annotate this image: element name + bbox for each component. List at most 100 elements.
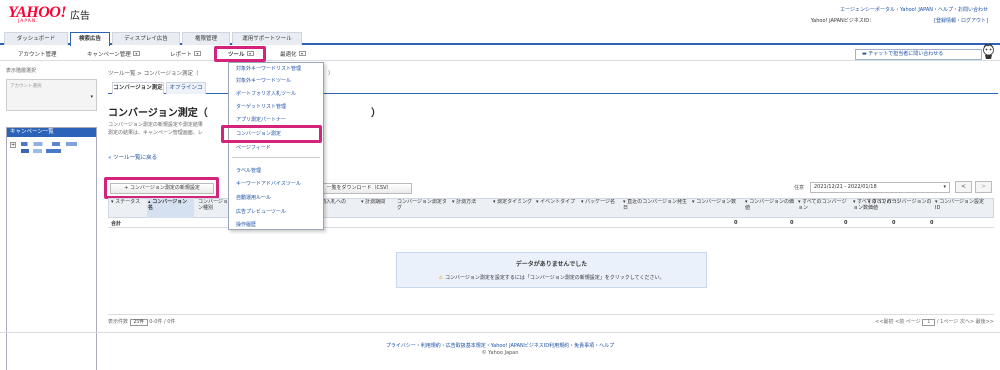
col-status[interactable]: ▾ ステータス	[111, 199, 147, 205]
tab-display-ads[interactable]: ディスプレイ広告	[112, 32, 180, 45]
col-package[interactable]: ▾ パッケージ名	[581, 199, 621, 205]
nav-report-label: レポート	[170, 52, 193, 58]
tab-offline-conversion[interactable]: オフラインコ	[166, 82, 206, 94]
footer-divider	[0, 332, 1000, 333]
footer-links[interactable]: プライバシー・利用規約・広告取扱基本規定・Yahoo! JAPANビジネスID利…	[0, 343, 1000, 350]
tab-support-tools[interactable]: 運用サポートツール	[232, 32, 302, 45]
col-all-conversion-value[interactable]: ▾ すべてのコンバージョンの価値	[868, 199, 932, 211]
total-value: 0	[930, 220, 934, 226]
total-label: 合計	[111, 221, 122, 227]
empty-state: データがありませんでした ⚠ コンバージョン測定を設定するには「コンバージョン測定…	[396, 252, 707, 288]
breadcrumb-end: ）	[328, 71, 334, 77]
menu-item-negative-keyword-tool[interactable]: 対象外キーワードツール	[236, 77, 291, 84]
header-links[interactable]: エージェンシーポータル・Yahoo! JAPAN・ヘルプ・お問い合わせ	[840, 6, 988, 13]
menu-divider	[232, 157, 320, 158]
menu-item-history[interactable]: 操作履歴	[236, 221, 256, 228]
yahoo-logo[interactable]: YAHOO!	[8, 4, 67, 22]
chevron-down-icon: ▾	[132, 51, 140, 56]
col-label: すべてのコンバージョン	[798, 199, 847, 211]
tools-menu: 対象外キーワードリスト管理 対象外キーワードツール ポートフォリオ入札ツール タ…	[228, 62, 324, 230]
back-to-tools-link[interactable]: « ツール一覧に戻る	[108, 153, 157, 161]
next-period-button[interactable]: >	[975, 181, 992, 193]
menu-item-target-list[interactable]: ターゲットリスト管理	[236, 103, 286, 110]
mascot-icon	[983, 43, 994, 59]
expand-icon[interactable]: +	[10, 142, 16, 148]
chevron-down-icon: ▾	[943, 184, 946, 190]
menu-item-label-management[interactable]: ラベル管理	[236, 167, 261, 174]
chat-button[interactable]: ▬ チャットで担当者に問い合わせる	[855, 49, 982, 60]
menu-item-app-partner[interactable]: アプリ測定パートナー	[236, 116, 286, 123]
page-title: コンバージョン測定（	[108, 108, 208, 119]
col-event-type[interactable]: ▾ イベントタイプ	[536, 199, 578, 205]
menu-item-negative-keyword-list[interactable]: 対象外キーワードリスト管理	[236, 65, 301, 72]
user-label: Yahoo! JAPANビジネスID：	[810, 18, 875, 24]
col-label: 直近のコンバージョン発生日	[623, 199, 688, 211]
copyright: © Yahoo Japan	[481, 350, 519, 356]
total-value: 0	[892, 220, 896, 226]
chevron-down-icon: ▾	[298, 51, 306, 56]
col-label: 計測期間	[365, 199, 386, 205]
account-placeholder: アカウント選択	[10, 84, 42, 89]
menu-item-auto-rules[interactable]: 自動運用ルール	[236, 194, 271, 201]
col-conversion-value[interactable]: ▾ コンバージョンの価値	[745, 199, 797, 211]
pager-right: <<最初 <前 ページ 1 / 1ページ 次へ> 最後>>	[875, 318, 994, 326]
col-timing[interactable]: ▾ 測定タイミング	[493, 199, 533, 205]
prev-period-button[interactable]: <	[955, 181, 972, 193]
col-label: 計測方法	[456, 199, 477, 205]
period-select[interactable]: 2021/12/21 - 2022/01/18 ▾	[810, 182, 950, 193]
tab-conversion-measurement[interactable]: コンバージョン測定	[112, 82, 164, 94]
col-tag[interactable]: コンバージョン測定タグ	[397, 199, 449, 211]
breadcrumb[interactable]: ツール一覧 > コンバージョン測定（	[108, 69, 199, 77]
empty-message-text: コンバージョン測定を設定するには「コンバージョン測定の新規設定」をクリックしてく…	[444, 275, 665, 281]
main-tabbar: ダッシュボード 検索広告 ディスプレイ広告 権限管理 運用サポートツール	[0, 31, 1000, 46]
campaign-name-masked[interactable]	[21, 149, 61, 153]
campaign-name-masked[interactable]	[21, 142, 77, 146]
col-setting-id[interactable]: ▾ コンバージョン設定ID	[935, 199, 985, 211]
page-input[interactable]: 1	[922, 319, 936, 326]
col-label: コンバージョン設定ID	[935, 199, 985, 211]
description: コンバージョン測定の新規設定や測定結果 測定の結果は、キャンペーン管理画面、レ	[108, 121, 203, 137]
col-all-conversions[interactable]: ▾ すべてのコンバージョン	[798, 199, 850, 211]
col-period[interactable]: ▾ 計測期間	[361, 199, 396, 205]
nav-campaign-management[interactable]: キャンペーン管理 ▾	[87, 50, 140, 58]
pager-left: 表示件数 25件 0-0件 / 0件	[108, 318, 175, 326]
nav-report[interactable]: レポート ▾	[170, 50, 202, 58]
tab-search-ads[interactable]: 検索広告	[70, 32, 110, 46]
col-label: コンバージョンの価値	[745, 199, 795, 211]
col-conversion-name[interactable]: ▴ コンバージョン名	[148, 199, 188, 211]
tab-permissions[interactable]: 権限管理	[182, 32, 230, 45]
col-label: ステータス	[115, 199, 141, 205]
col-auto-bid[interactable]: 動入札への	[321, 199, 357, 205]
chevron-down-icon: ▾	[90, 94, 93, 100]
menu-item-page-feed[interactable]: ページフィード	[236, 144, 271, 151]
per-page-select[interactable]: 25件	[129, 319, 148, 326]
tab-dashboard[interactable]: ダッシュボード	[4, 32, 68, 45]
col-last-conversion[interactable]: ▾ 直近のコンバージョン発生日	[623, 199, 688, 211]
pager-nav-right[interactable]: / 1ページ 次へ> 最後>>	[937, 319, 994, 325]
pager: 表示件数 25件 0-0件 / 0件 <<最初 <前 ページ 1 / 1ページ …	[108, 314, 994, 326]
sidebar: 表示階層選択 アカウント選択 ▾ キャンペーン一覧 +	[6, 67, 97, 370]
nav-optimize[interactable]: 最適化 ▾	[280, 50, 306, 58]
col-conversion-type[interactable]: コンバージョン種別	[198, 199, 228, 211]
account-select[interactable]: アカウント選択 ▾	[6, 79, 97, 111]
tools-highlight	[214, 46, 266, 62]
conversion-menu-highlight	[221, 125, 322, 143]
col-label: パッケージ名	[585, 199, 616, 205]
total-value: 0	[734, 220, 738, 226]
total-value: 0	[790, 220, 794, 226]
pager-nav-left[interactable]: <<最初 <前 ページ	[875, 319, 921, 325]
sub-nav: アカウント管理 キャンペーン管理 ▾ レポート ▾ ツール ▾ 最適化 ▾	[0, 47, 1000, 61]
col-conversions[interactable]: ▾ コンバージョン数	[692, 199, 744, 205]
chat-button-label: チャットで担当者に問い合わせる	[868, 51, 944, 57]
account-links[interactable]: [登録情報・ログアウト]	[934, 18, 988, 24]
nav-account-management[interactable]: アカウント管理	[18, 50, 57, 58]
menu-item-keyword-advice[interactable]: キーワードアドバイスツール	[236, 180, 301, 187]
page-title-end: ）	[371, 108, 381, 119]
menu-item-portfolio-bid[interactable]: ポートフォリオ入札ツール	[236, 90, 296, 97]
menu-item-ad-preview[interactable]: 広告プレビューツール	[236, 208, 286, 215]
period-label: 任意	[793, 185, 804, 191]
col-method[interactable]: ▾ 計測方法	[452, 199, 488, 205]
nav-campaign-label: キャンペーン管理	[87, 52, 131, 58]
description-line: コンバージョン測定の新規設定や測定結果	[108, 122, 203, 128]
description-line: 測定の結果は、キャンペーン管理画面、レ	[108, 130, 203, 136]
